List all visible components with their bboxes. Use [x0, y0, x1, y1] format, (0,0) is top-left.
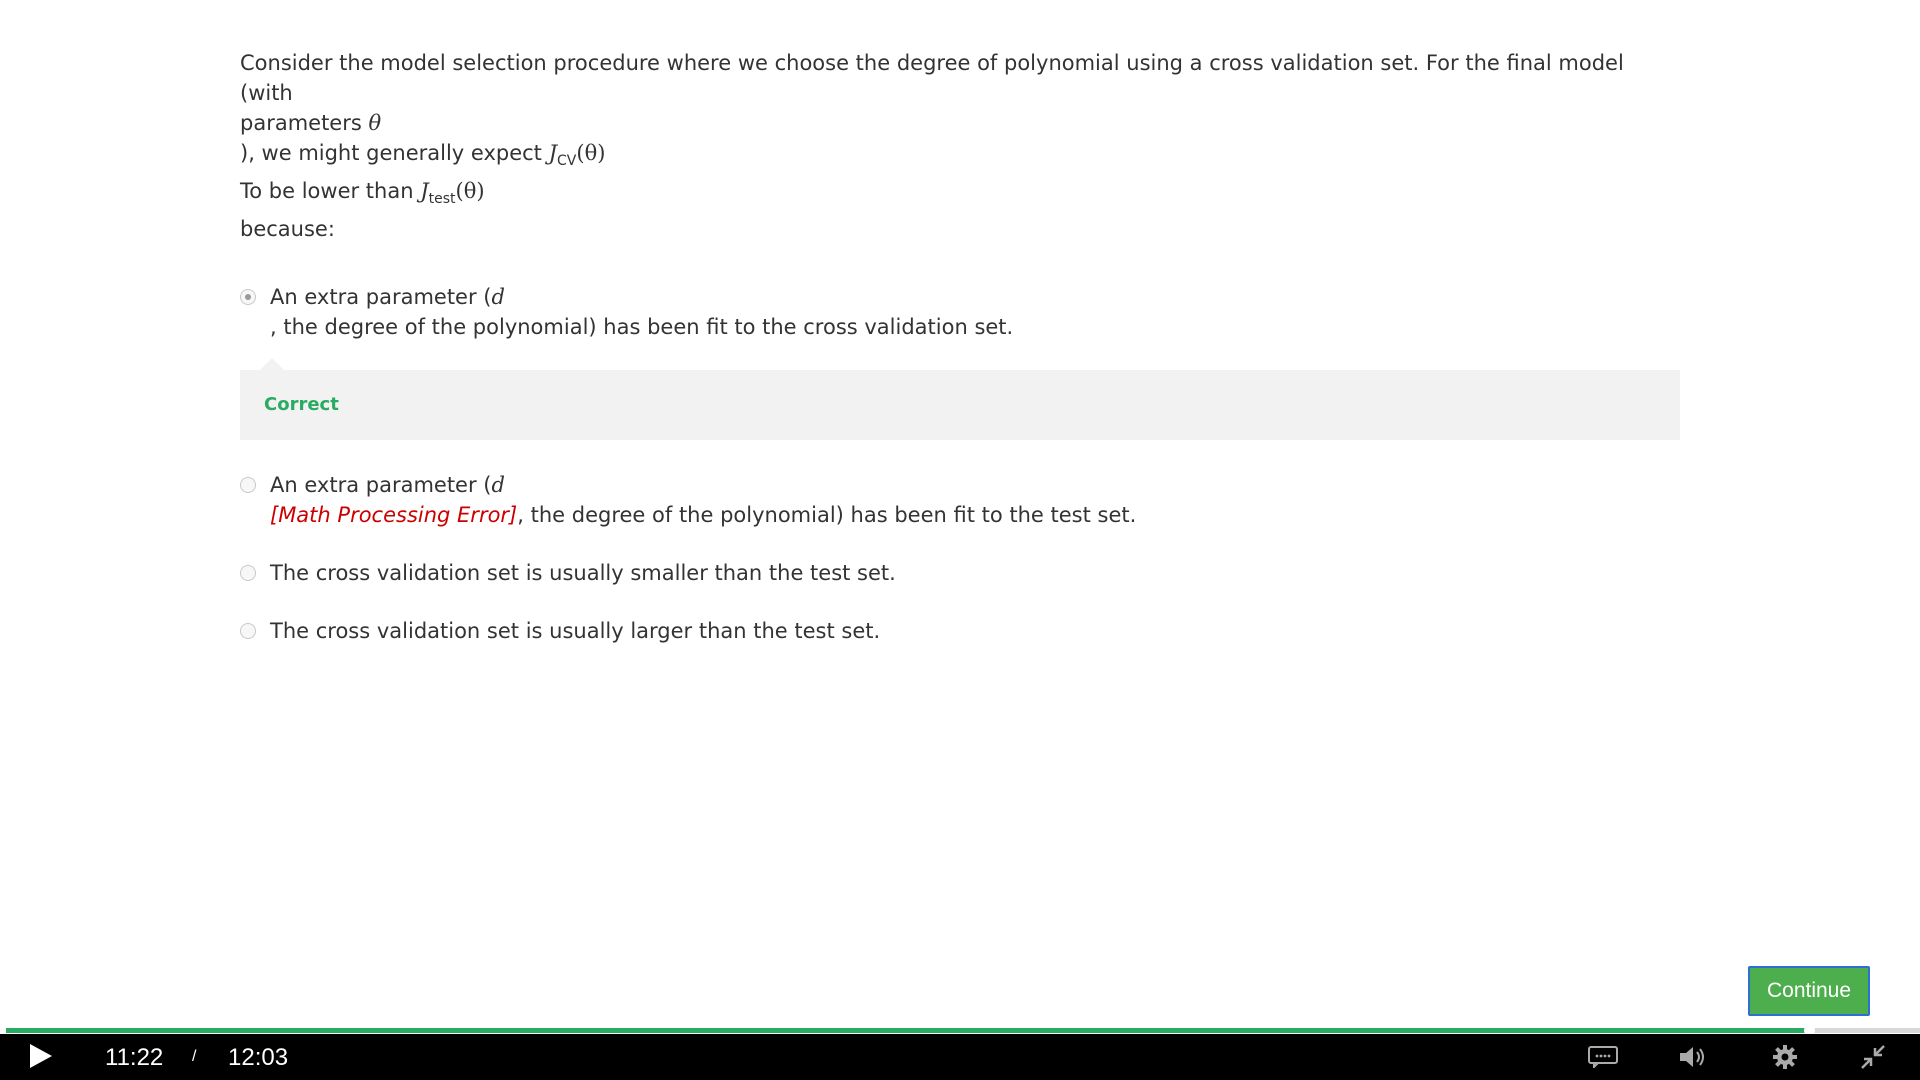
theta-argument: (θ): [455, 179, 485, 204]
stem-line-5: because:: [240, 217, 335, 242]
d-symbol: d: [491, 473, 505, 498]
option-line-2: [Math Processing Error], the degree of t…: [270, 500, 1680, 530]
current-time: 11:22: [105, 1044, 164, 1071]
volume-icon[interactable]: [1678, 1042, 1708, 1072]
test-subscript: test: [428, 191, 456, 208]
answer-option-1[interactable]: An extra parameter (d , the degree of th…: [240, 282, 1680, 342]
stem-text: ), we might generally expect: [240, 141, 549, 165]
question-stem: Consider the model selection procedure w…: [240, 48, 1680, 244]
radio-icon[interactable]: [240, 623, 256, 640]
d-symbol: d: [491, 285, 505, 310]
stem-line-1: Consider the model selection procedure w…: [240, 51, 1624, 105]
settings-gear-icon[interactable]: [1770, 1042, 1800, 1072]
j-test-expression: Jtest(θ): [420, 179, 485, 207]
j-symbol: J: [548, 141, 558, 165]
answer-options: An extra parameter (d , the degree of th…: [240, 282, 1680, 646]
radio-icon[interactable]: [240, 565, 256, 582]
feedback-correct-label: Correct: [264, 394, 339, 416]
answer-option-3[interactable]: The cross validation set is usually smal…: [240, 558, 1680, 588]
answer-option-2[interactable]: An extra parameter (d [Math Processing E…: [240, 470, 1680, 530]
theta-argument: (θ): [576, 141, 606, 165]
progress-bar[interactable]: [6, 1025, 1920, 1036]
stem-line-3: ), we might generally expect JCV(θ): [240, 138, 1680, 176]
option-line-1: An extra parameter (d: [270, 470, 1680, 500]
j-cv-expression: JCV(θ): [548, 141, 606, 169]
stem-line-4: To be lower than Jtest(θ): [240, 176, 1680, 214]
play-icon[interactable]: [30, 1044, 52, 1068]
continue-button[interactable]: Continue: [1748, 966, 1870, 1016]
option-line-2: , the degree of the polynomial) has been…: [270, 315, 1014, 340]
radio-icon[interactable]: [240, 477, 256, 494]
option-line-1: An extra parameter (d: [270, 282, 1680, 312]
feedback-box: Correct: [240, 358, 1680, 441]
total-time: 12:03: [228, 1044, 289, 1071]
theta-symbol: θ: [368, 111, 382, 135]
j-symbol: J: [420, 179, 429, 204]
quiz-question: Consider the model selection procedure w…: [240, 48, 1680, 674]
option-text: An extra parameter (: [270, 473, 492, 498]
stem-text: To be lower than: [240, 179, 421, 204]
math-error-text: [Math Processing Error]: [270, 503, 518, 528]
time-separator: /: [192, 1048, 197, 1065]
option-label: The cross validation set is usually larg…: [270, 619, 881, 644]
option-text: An extra parameter (: [270, 285, 492, 310]
captions-icon[interactable]: [1588, 1042, 1618, 1072]
option-label: The cross validation set is usually smal…: [270, 561, 896, 586]
stem-line-2: parameters θ: [240, 108, 1680, 138]
exit-fullscreen-icon[interactable]: [1858, 1042, 1888, 1072]
video-controls: 11:22 / 12:03: [0, 1034, 1920, 1080]
radio-selected-icon[interactable]: [240, 289, 256, 306]
option-text: , the degree of the polynomial) has been…: [517, 503, 1137, 528]
stem-text: parameters: [240, 111, 369, 135]
answer-option-4[interactable]: The cross validation set is usually larg…: [240, 616, 1680, 646]
progress-fill: [6, 1028, 1809, 1033]
cv-subscript: CV: [557, 153, 577, 170]
